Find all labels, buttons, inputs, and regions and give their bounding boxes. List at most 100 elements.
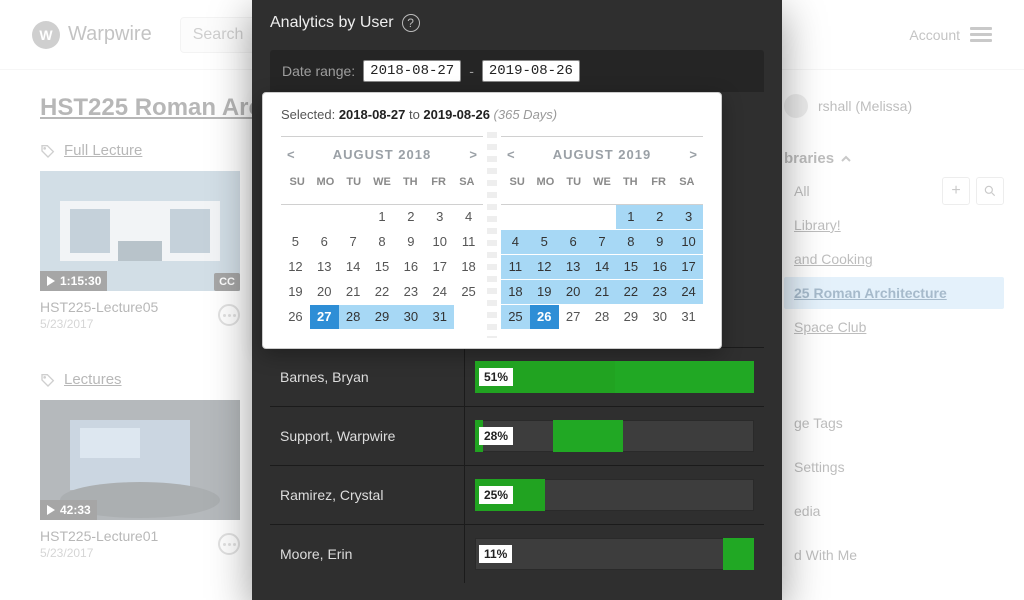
calendar-day[interactable]: 21 xyxy=(339,280,368,304)
calendar-day[interactable]: 6 xyxy=(310,230,339,254)
calendar-day[interactable]: 4 xyxy=(501,230,530,254)
calendar-day[interactable] xyxy=(339,205,368,229)
calendar-day[interactable]: 20 xyxy=(310,280,339,304)
sidebar-item-cooking[interactable]: and Cooking xyxy=(784,243,1004,275)
calendar-day[interactable]: 31 xyxy=(425,305,454,329)
calendar-day[interactable]: 17 xyxy=(674,255,703,279)
account-menu[interactable]: Account xyxy=(909,27,992,43)
calendar-day[interactable]: 29 xyxy=(368,305,397,329)
calendar-day[interactable]: 20 xyxy=(559,280,588,304)
calendar-day[interactable]: 17 xyxy=(425,255,454,279)
calendar-day[interactable]: 2 xyxy=(645,205,674,229)
video-date-2: 5/23/2017 xyxy=(40,546,158,560)
logo-mark: W xyxy=(32,21,60,49)
cal-right-prev[interactable]: < xyxy=(503,147,519,162)
sidebar-item-space[interactable]: Space Club xyxy=(784,311,1004,343)
sidebar-manage-tags[interactable]: ge Tags xyxy=(784,407,1004,439)
sidebar-item-all[interactable]: All xyxy=(784,175,942,207)
calendar-day[interactable]: 5 xyxy=(281,230,310,254)
calendar-day[interactable]: 14 xyxy=(339,255,368,279)
calendar-day[interactable]: 24 xyxy=(674,280,703,304)
calendar-day[interactable]: 11 xyxy=(501,255,530,279)
calendar-day[interactable]: 28 xyxy=(339,305,368,329)
calendar-day[interactable] xyxy=(501,205,530,229)
cal-left-next[interactable]: > xyxy=(465,147,481,162)
calendar-day[interactable]: 1 xyxy=(368,205,397,229)
current-user[interactable]: rshall (Melissa) xyxy=(784,94,1004,118)
logo[interactable]: W Warpwire xyxy=(32,21,152,49)
calendar-day[interactable] xyxy=(281,205,310,229)
section-link-full-lecture[interactable]: Full Lecture xyxy=(64,142,142,159)
calendar-day[interactable]: 21 xyxy=(588,280,617,304)
video-thumb-2[interactable]: 42:33 xyxy=(40,400,240,520)
calendar-day[interactable]: 15 xyxy=(616,255,645,279)
calendar-day[interactable]: 12 xyxy=(530,255,559,279)
calendar-day[interactable]: 18 xyxy=(501,280,530,304)
calendar-day[interactable]: 2 xyxy=(396,205,425,229)
sidebar-settings[interactable]: Settings xyxy=(784,451,1004,483)
calendar-day[interactable]: 4 xyxy=(454,205,483,229)
calendar-day[interactable] xyxy=(530,205,559,229)
calendar-day[interactable]: 27 xyxy=(559,305,588,329)
calendar-day[interactable]: 8 xyxy=(616,230,645,254)
calendar-day[interactable]: 7 xyxy=(339,230,368,254)
cal-left-prev[interactable]: < xyxy=(283,147,299,162)
calendar-day[interactable]: 30 xyxy=(396,305,425,329)
calendar-day[interactable] xyxy=(588,205,617,229)
calendar-day[interactable]: 25 xyxy=(501,305,530,329)
calendar-day[interactable]: 11 xyxy=(454,230,483,254)
calendar-day[interactable]: 7 xyxy=(588,230,617,254)
calendar-day[interactable]: 23 xyxy=(396,280,425,304)
video-options-2[interactable] xyxy=(218,533,240,555)
libraries-header[interactable]: braries xyxy=(784,150,1004,167)
calendar-day[interactable]: 29 xyxy=(616,305,645,329)
calendar-day[interactable]: 27 xyxy=(310,305,339,329)
calendar-day[interactable]: 8 xyxy=(368,230,397,254)
calendar-day[interactable]: 3 xyxy=(674,205,703,229)
date-start-input[interactable]: 2018-08-27 xyxy=(363,60,461,82)
help-icon[interactable]: ? xyxy=(402,14,420,32)
calendar-day[interactable]: 18 xyxy=(454,255,483,279)
calendar-day[interactable]: 23 xyxy=(645,280,674,304)
add-library-button[interactable]: + xyxy=(942,177,970,205)
calendar-day[interactable]: 5 xyxy=(530,230,559,254)
calendar-day[interactable]: 13 xyxy=(310,255,339,279)
calendar-day[interactable]: 14 xyxy=(588,255,617,279)
calendar-day[interactable]: 9 xyxy=(645,230,674,254)
calendar-day[interactable]: 25 xyxy=(454,280,483,304)
calendar-day[interactable]: 13 xyxy=(559,255,588,279)
video-thumb-1[interactable]: 1:15:30 CC xyxy=(40,171,240,291)
calendar-day[interactable] xyxy=(559,205,588,229)
calendar-day[interactable] xyxy=(454,305,483,329)
calendar-day[interactable]: 10 xyxy=(425,230,454,254)
section-link-lectures[interactable]: Lectures xyxy=(64,371,122,388)
calendar-day[interactable]: 16 xyxy=(396,255,425,279)
calendar-day[interactable]: 28 xyxy=(588,305,617,329)
calendar-day[interactable]: 19 xyxy=(530,280,559,304)
sidebar-shared[interactable]: d With Me xyxy=(784,539,1004,571)
calendar-day[interactable]: 15 xyxy=(368,255,397,279)
calendar-day[interactable]: 24 xyxy=(425,280,454,304)
calendar-day[interactable]: 10 xyxy=(674,230,703,254)
calendar-day[interactable]: 30 xyxy=(645,305,674,329)
calendar-day[interactable]: 16 xyxy=(645,255,674,279)
calendar-day[interactable]: 31 xyxy=(674,305,703,329)
sidebar-item-library[interactable]: Library! xyxy=(784,209,1004,241)
calendar-day[interactable]: 12 xyxy=(281,255,310,279)
video-options-1[interactable] xyxy=(218,304,240,326)
calendar-day[interactable]: 1 xyxy=(616,205,645,229)
sidebar-item-roman[interactable]: 25 Roman Architecture xyxy=(784,277,1004,309)
calendar-day[interactable]: 26 xyxy=(281,305,310,329)
calendar-day[interactable]: 26 xyxy=(530,305,559,329)
sidebar-media[interactable]: edia xyxy=(784,495,1004,527)
calendar-day[interactable]: 9 xyxy=(396,230,425,254)
calendar-day[interactable] xyxy=(310,205,339,229)
search-libraries-button[interactable] xyxy=(976,177,1004,205)
calendar-day[interactable]: 22 xyxy=(368,280,397,304)
date-end-input[interactable]: 2019-08-26 xyxy=(482,60,580,82)
calendar-day[interactable]: 6 xyxy=(559,230,588,254)
cal-right-next[interactable]: > xyxy=(685,147,701,162)
calendar-day[interactable]: 3 xyxy=(425,205,454,229)
calendar-day[interactable]: 22 xyxy=(616,280,645,304)
calendar-day[interactable]: 19 xyxy=(281,280,310,304)
